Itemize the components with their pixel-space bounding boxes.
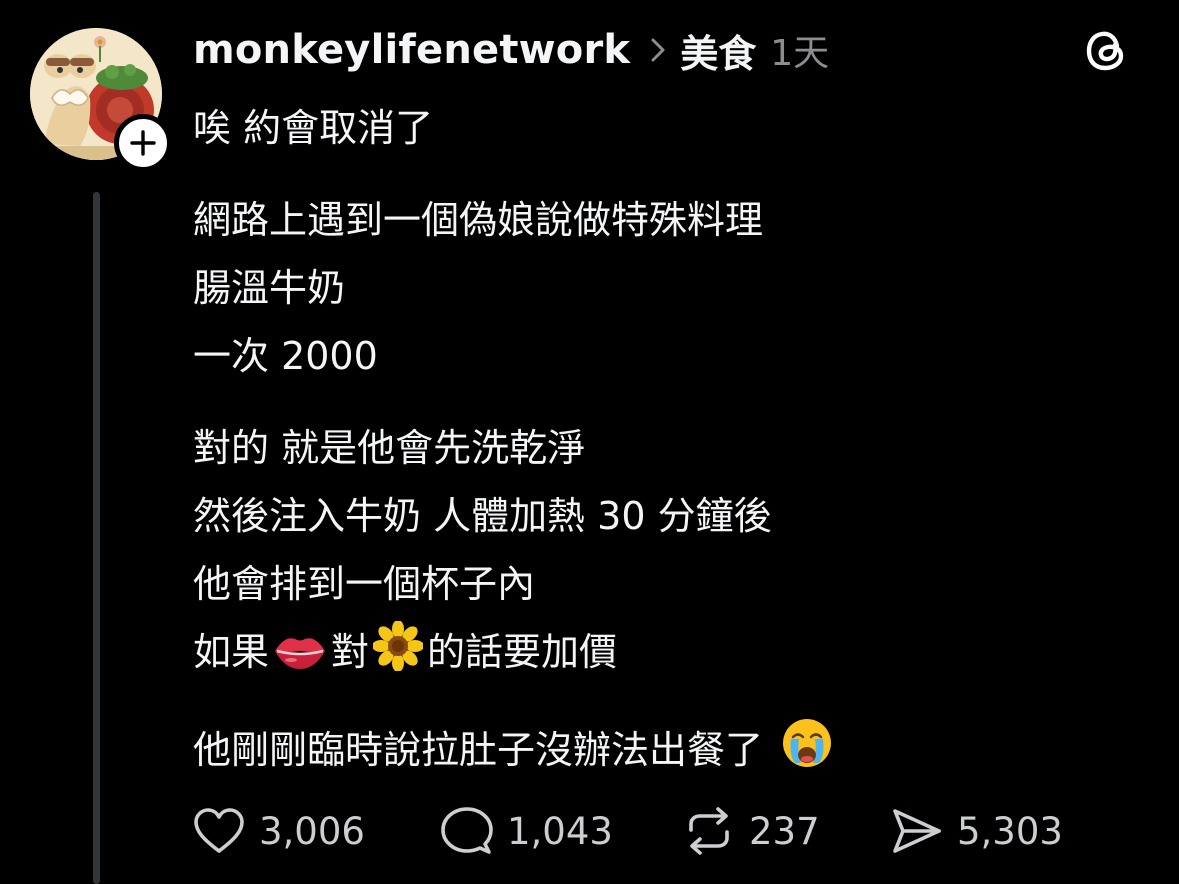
emoji-line-part2: 對 — [331, 630, 370, 674]
repost-icon — [689, 807, 729, 855]
repost-count: 237 — [749, 809, 820, 853]
share-count: 5,303 — [957, 809, 1063, 853]
emoji-line-part3: 的話要加價 — [427, 630, 618, 674]
body-line: 腸溫牛奶 — [193, 266, 346, 310]
send-icon — [893, 809, 941, 853]
emoji-line-part1: 如果 — [193, 630, 270, 674]
post-title: 唉 約會取消了 — [193, 106, 434, 150]
crying-face-emoji-icon — [781, 717, 833, 790]
post-header: monkeylifenetwork 美食 1天 — [193, 26, 830, 76]
post-paragraph-1: 網路上遇到一個偽娘說做特殊料理 腸溫牛奶 一次 2000 — [193, 186, 1153, 390]
avatar-container[interactable] — [30, 28, 172, 172]
sunflower-emoji-icon — [372, 620, 425, 692]
comment-icon — [441, 807, 493, 854]
post-body: 唉 約會取消了 網路上遇到一個偽娘說做特殊料理 腸溫牛奶 一次 2000 對的 … — [193, 94, 1153, 814]
share-button[interactable]: 5,303 — [891, 807, 1063, 855]
lips-emoji-icon — [273, 624, 327, 692]
reply-count: 1,043 — [507, 809, 613, 853]
post-title-paragraph: 唉 約會取消了 — [193, 94, 1153, 162]
like-count: 3,006 — [259, 809, 365, 853]
post-paragraph-3: 他剛剛臨時說拉肚子沒辦法出餐了 — [193, 716, 1153, 790]
body-line: 網路上遇到一個偽娘說做特殊料理 — [193, 198, 764, 242]
threads-logo-icon[interactable] — [1084, 27, 1130, 73]
topic-tag[interactable]: 美食 — [680, 23, 756, 78]
action-bar: 3,006 1,043 237 5,303 — [193, 804, 1063, 858]
post-timestamp: 1天 — [770, 33, 830, 74]
chevron-right-icon — [650, 37, 666, 63]
follow-button[interactable] — [114, 114, 172, 172]
repost-button[interactable]: 237 — [683, 806, 891, 856]
body-line-with-emoji: 他剛剛臨時說拉肚子沒辦法出餐了 — [193, 716, 1153, 790]
last-line-text: 他剛剛臨時說拉肚子沒辦法出餐了 — [193, 728, 764, 772]
plus-icon — [130, 130, 156, 156]
heart-icon — [194, 808, 244, 853]
username[interactable]: monkeylifenetwork — [193, 27, 630, 73]
like-button[interactable]: 3,006 — [193, 807, 441, 855]
body-line: 他會排到一個杯子內 — [193, 562, 536, 606]
post-paragraph-2: 對的 就是他會先洗乾淨 然後注入牛奶 人體加熱 30 分鐘後 他會排到一個杯子內… — [193, 414, 1153, 692]
thread-connector-line — [93, 192, 100, 884]
body-line: 一次 2000 — [193, 334, 378, 378]
body-line: 對的 就是他會先洗乾淨 — [193, 426, 586, 470]
body-line: 然後注入牛奶 人體加熱 30 分鐘後 — [193, 494, 772, 538]
reply-button[interactable]: 1,043 — [441, 806, 683, 856]
body-line-with-emoji: 如果 對 的話要加價 — [193, 618, 1153, 692]
